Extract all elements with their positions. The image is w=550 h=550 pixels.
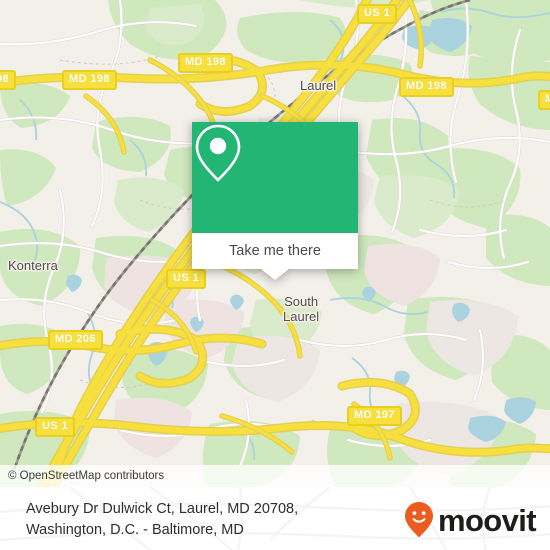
address-line-1: Avebury Dr Dulwick Ct, Laurel, MD 20708, [26, 501, 299, 517]
road-shield-md198-clipped-right: MD 198 [538, 90, 550, 110]
road-shield-us1: US 1 [357, 4, 398, 24]
footer-bar: Avebury Dr Dulwick Ct, Laurel, MD 20708,… [0, 487, 550, 550]
place-label-line: South [284, 294, 319, 309]
moovit-logo[interactable]: moovit [404, 501, 537, 539]
place-label-line: Laurel [283, 309, 320, 324]
map-screenshot: .land{fill:#f3efe9} .green{fill:#cfe8bd}… [0, 0, 550, 550]
road-shield-md198-clipped-left: 98 [0, 70, 17, 90]
address-block: Avebury Dr Dulwick Ct, Laurel, MD 20708,… [26, 499, 376, 541]
map-pin-icon [195, 124, 241, 182]
road-shield-md198: MD 198 [178, 53, 233, 73]
road-shield-md206: MD 206 [48, 330, 103, 350]
place-label-laurel: Laurel [300, 78, 337, 93]
take-me-there-label: Take me there [229, 243, 321, 259]
take-me-there-button[interactable]: Take me there [192, 233, 358, 269]
popup-pointer-tail [261, 269, 289, 280]
road-shield-us1: US 1 [35, 417, 76, 437]
place-label-konterra: Konterra [8, 258, 58, 273]
road-shield-md198: MD 198 [399, 77, 454, 97]
location-popup-card[interactable]: Take me there [192, 122, 358, 280]
place-label-south-laurel: South Laurel [283, 294, 319, 324]
address-line-2: Washington, D.C. - Baltimore, MD [26, 522, 244, 538]
road-shield-md198: MD 198 [62, 70, 117, 90]
osm-attribution-text: © OpenStreetMap contributors [8, 470, 165, 482]
moovit-smiley-pin-icon [404, 502, 433, 538]
road-shield-us1: US 1 [166, 269, 207, 289]
map-attribution-bar: © OpenStreetMap contributors [0, 465, 550, 487]
road-shield-md197: MD 197 [347, 406, 402, 426]
map-canvas[interactable]: .land{fill:#f3efe9} .green{fill:#cfe8bd}… [0, 0, 550, 487]
moovit-wordmark: moovit [437, 502, 537, 538]
popup-pin-area [192, 122, 358, 233]
